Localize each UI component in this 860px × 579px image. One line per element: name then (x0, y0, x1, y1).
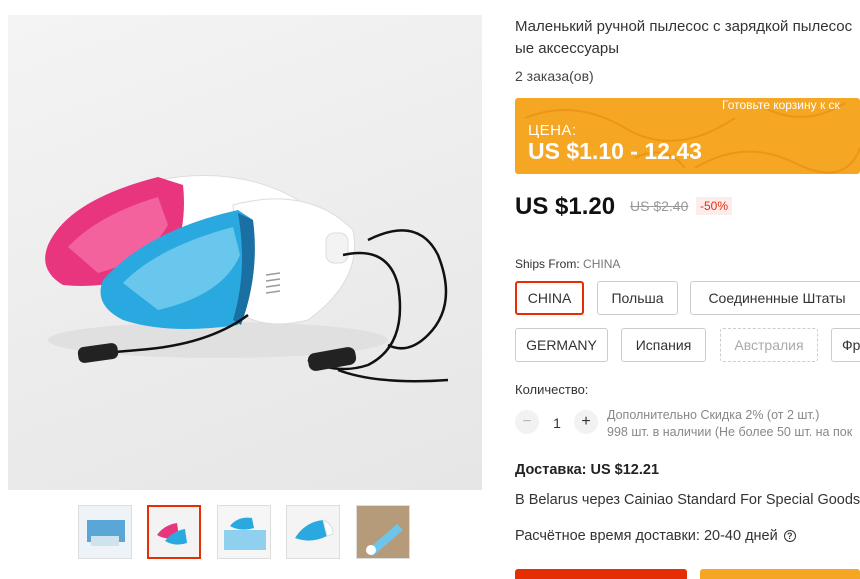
quantity-plus-button[interactable]: + (574, 410, 598, 434)
quantity-value[interactable]: 1 (549, 415, 565, 431)
quantity-note: Дополнительно Скидка 2% (от 2 шт.) 998 ш… (607, 408, 853, 439)
buy-now-button[interactable] (515, 569, 687, 579)
ships-from-selected: CHINA (583, 257, 621, 271)
banner-promo-text: Готовьте корзину к ск (722, 98, 840, 112)
ship-option-germany[interactable]: GERMANY (515, 328, 608, 362)
ship-option-poland[interactable]: Польша (597, 281, 678, 315)
thumbnail-5[interactable] (356, 505, 410, 559)
ship-option-usa[interactable]: Соединенные Штаты (690, 281, 860, 315)
discount-badge: -50% (696, 197, 733, 215)
main-product-image[interactable] (8, 15, 482, 490)
thumbnail-4[interactable] (286, 505, 340, 559)
orders-count: 2 заказа(ов) (515, 68, 594, 84)
delivery-cost: Доставка: US $12.21 (515, 462, 660, 478)
current-price: US $1.20 (515, 193, 616, 220)
quantity-label: Количество: (515, 382, 589, 397)
price-banner: Готовьте корзину к ск ЦЕНА: US $1.10 - 1… (515, 98, 860, 174)
product-title: Маленький ручной пылесос с зарядкой пыле… (515, 18, 853, 57)
ships-from-label: Ships From: CHINA (515, 257, 621, 271)
thumbnail-2[interactable] (147, 505, 201, 559)
delivery-time: Расчётное время доставки: 20-40 дней? (515, 528, 796, 544)
thumbnail-3[interactable] (217, 505, 271, 559)
ship-option-spain[interactable]: Испания (621, 328, 706, 362)
ship-option-france[interactable]: Фр (831, 328, 860, 362)
thumbnail-1[interactable] (78, 505, 132, 559)
ship-option-china[interactable]: CHINA (515, 281, 584, 315)
ship-option-australia[interactable]: Австралия (720, 328, 818, 362)
old-price: US $2.40 (630, 198, 689, 214)
banner-price-label: ЦЕНА: (528, 122, 577, 139)
delivery-route[interactable]: В Belarus через Cainiao Standard For Spe… (515, 492, 860, 508)
help-icon[interactable]: ? (783, 530, 796, 542)
quantity-minus-button[interactable]: − (515, 410, 539, 434)
add-to-cart-button[interactable] (700, 569, 860, 579)
banner-price-range: US $1.10 - 12.43 (528, 138, 702, 164)
